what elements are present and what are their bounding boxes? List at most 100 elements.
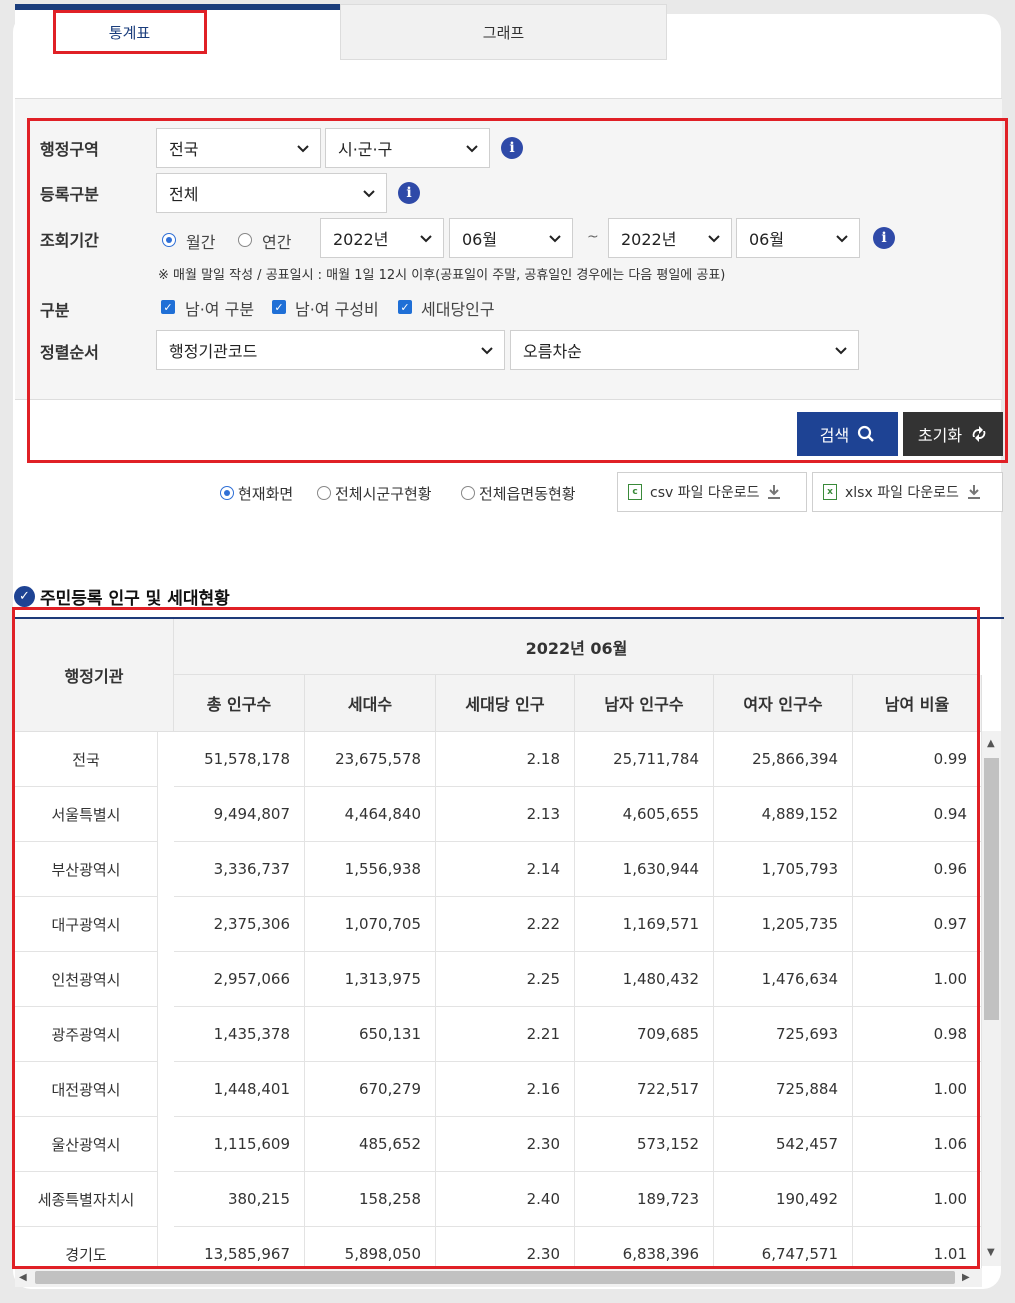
table-cell: 1,476,634: [714, 952, 853, 1007]
view-all-sigungu-radio[interactable]: [317, 486, 331, 500]
table-row-name: 광주광역시: [15, 1007, 158, 1062]
from-month-select[interactable]: 06월: [449, 218, 573, 258]
refresh-icon: [972, 426, 986, 442]
district-select-value: 시·군·구: [338, 140, 393, 159]
table-cell: 0.98: [853, 1007, 982, 1062]
sort-field-select[interactable]: 행정기관코드: [156, 330, 505, 370]
table-cell: 1,480,432: [575, 952, 714, 1007]
period-monthly-label: 월간: [186, 233, 216, 252]
table-cell: 1,448,401: [174, 1062, 305, 1117]
table-cell: 3,336,737: [174, 842, 305, 897]
header-col-label: 여자 인구수: [743, 695, 823, 714]
reset-button[interactable]: 초기화: [903, 412, 1003, 456]
table-cell: 0.94: [853, 787, 982, 842]
period-range-separator: ~: [587, 229, 599, 245]
view-all-eupmyeondong-radio[interactable]: [461, 486, 475, 500]
header-gender-ratio[interactable]: 남여 비율: [853, 675, 982, 732]
info-icon[interactable]: i: [501, 137, 523, 159]
period-note: ※ 매월 말일 작성 / 공표일시 : 매월 1일 12시 이후(공표일이 주말…: [158, 268, 726, 283]
tab-table[interactable]: 통계표: [15, 4, 340, 60]
table-cell: 1,169,571: [575, 897, 714, 952]
tab-graph-label: 그래프: [482, 23, 525, 42]
category-label: 구분: [40, 301, 70, 320]
table-cell: 2.30: [436, 1117, 575, 1172]
chevron-down-icon: [466, 145, 478, 153]
header-period: 2022년 06월: [174, 619, 980, 675]
sort-order-select[interactable]: 오름차순: [510, 330, 859, 370]
gender-ratio-checkbox[interactable]: ✓: [272, 300, 286, 314]
csv-download-label: csv 파일 다운로드: [650, 485, 760, 501]
sort-order-value: 오름차순: [523, 342, 582, 361]
region-select-value: 전국: [169, 140, 199, 159]
scroll-up-icon[interactable]: ▲: [987, 738, 995, 749]
header-male-pop[interactable]: 남자 인구수: [575, 675, 714, 732]
table-cell: 23,675,578: [305, 732, 436, 787]
table-cell: 650,131: [305, 1007, 436, 1062]
info-icon[interactable]: i: [873, 227, 895, 249]
table-cell: 485,652: [305, 1117, 436, 1172]
scroll-left-icon[interactable]: ◀: [19, 1272, 27, 1283]
chevron-down-icon: [835, 347, 847, 355]
gender-ratio-label: 남·여 구성비: [295, 300, 379, 319]
table-cell: 2.18: [436, 732, 575, 787]
table-cell: 25,866,394: [714, 732, 853, 787]
xlsx-download-button[interactable]: x xlsx 파일 다운로드: [812, 472, 1003, 512]
table-cell: 722,517: [575, 1062, 714, 1117]
household-pop-checkbox[interactable]: ✓: [398, 300, 412, 314]
table-cell: 1,115,609: [174, 1117, 305, 1172]
table-row-name: 대전광역시: [15, 1062, 158, 1117]
chevron-down-icon: [708, 235, 720, 243]
to-year-select[interactable]: 2022년: [608, 218, 732, 258]
from-year-select[interactable]: 2022년: [320, 218, 444, 258]
chevron-down-icon: [363, 190, 375, 198]
gender-split-checkbox[interactable]: ✓: [161, 300, 175, 314]
scroll-right-icon[interactable]: ▶: [962, 1272, 970, 1283]
csv-file-icon: c: [628, 484, 642, 500]
table-cell: 1.00: [853, 1062, 982, 1117]
header-col-label: 세대수: [347, 695, 393, 714]
tab-graph[interactable]: 그래프: [340, 4, 667, 60]
horizontal-scroll-thumb[interactable]: [35, 1271, 955, 1284]
table-row-name: 전국: [15, 732, 158, 787]
table-cell: 0.99: [853, 732, 982, 787]
csv-download-button[interactable]: c csv 파일 다운로드: [617, 472, 807, 512]
table-row-name: 부산광역시: [15, 842, 158, 897]
header-pop-per-household[interactable]: 세대당 인구: [436, 675, 575, 732]
table-cell: 4,605,655: [575, 787, 714, 842]
view-current-label: 현재화면: [238, 485, 294, 503]
to-month-value: 06월: [749, 230, 785, 249]
sort-label: 정렬순서: [40, 343, 99, 362]
table-cell: 4,889,152: [714, 787, 853, 842]
table-cell: 2,957,066: [174, 952, 305, 1007]
district-select[interactable]: 시·군·구: [325, 128, 490, 168]
period-yearly-radio[interactable]: [238, 233, 252, 247]
reg-select[interactable]: 전체: [156, 173, 387, 213]
vertical-scroll-thumb[interactable]: [984, 758, 999, 1020]
info-icon[interactable]: i: [398, 182, 420, 204]
period-monthly-radio[interactable]: [162, 233, 176, 247]
scroll-down-icon[interactable]: ▼: [987, 1247, 995, 1258]
header-col-label: 남여 비율: [884, 695, 950, 714]
header-female-pop[interactable]: 여자 인구수: [714, 675, 853, 732]
table-cell: 2.22: [436, 897, 575, 952]
view-current-radio[interactable]: [220, 486, 234, 500]
view-all-sigungu-label: 전체시군구현황: [335, 485, 432, 503]
search-button[interactable]: 검색: [797, 412, 898, 456]
table-cell: 542,457: [714, 1117, 853, 1172]
to-month-select[interactable]: 06월: [736, 218, 860, 258]
sort-field-value: 행정기관코드: [169, 342, 258, 361]
header-col-label: 남자 인구수: [604, 695, 684, 714]
region-select[interactable]: 전국: [156, 128, 321, 168]
chevron-down-icon: [836, 235, 848, 243]
header-total-pop[interactable]: 총 인구수: [174, 675, 305, 732]
table-cell: 1,556,938: [305, 842, 436, 897]
to-year-value: 2022년: [621, 230, 677, 249]
header-households[interactable]: 세대수: [305, 675, 436, 732]
active-tab-indicator: [15, 4, 340, 10]
region-label: 행정구역: [40, 140, 99, 159]
header-col-label: 세대당 인구: [465, 695, 545, 714]
table-cell: 2,375,306: [174, 897, 305, 952]
header-org-label: 행정기관: [64, 667, 124, 686]
table-cell: 0.97: [853, 897, 982, 952]
table-cell: 2.14: [436, 842, 575, 897]
